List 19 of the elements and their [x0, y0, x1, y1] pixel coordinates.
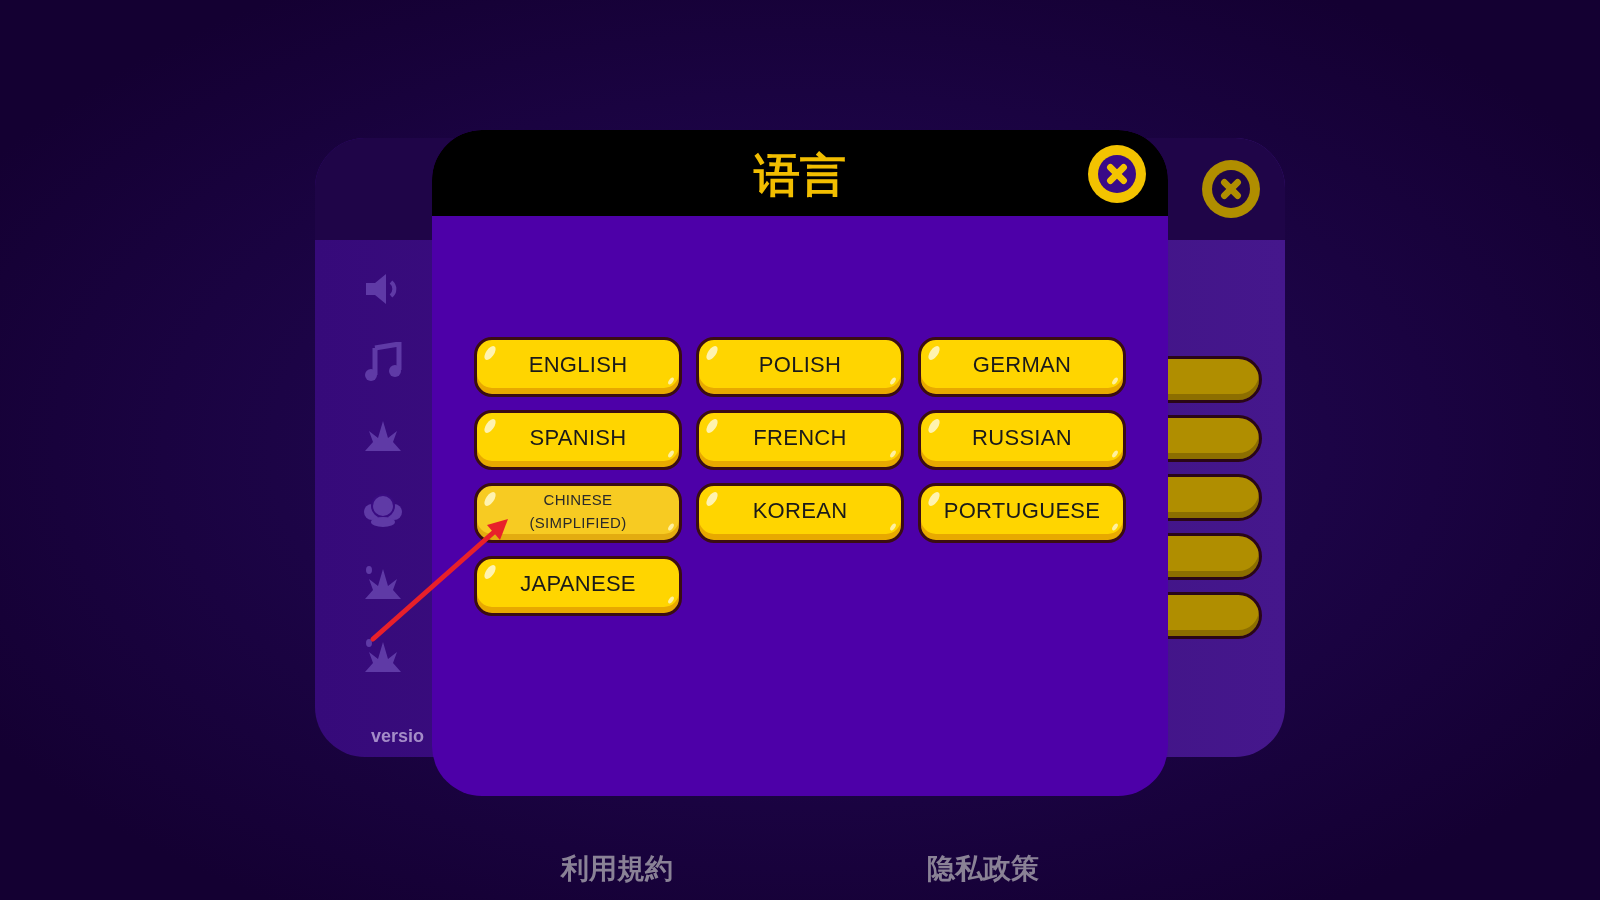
close-button[interactable] — [1088, 145, 1146, 203]
language-button[interactable]: SPANISH — [474, 410, 682, 470]
language-button[interactable]: RUSSIAN — [918, 410, 1126, 470]
close-icon — [1098, 155, 1136, 193]
language-button[interactable]: ENGLISH — [474, 337, 682, 397]
version-label: versio — [371, 726, 425, 747]
close-icon — [1212, 170, 1250, 208]
language-button[interactable]: FRENCH — [696, 410, 904, 470]
footer-link[interactable]: 利用規約 — [561, 852, 673, 886]
dialog-title: 语言 — [754, 147, 846, 203]
footer-link[interactable]: 隐私政策 — [927, 852, 1039, 886]
music-note-icon — [363, 342, 403, 382]
language-button[interactable]: KOREAN — [696, 483, 904, 543]
close-button[interactable] — [1202, 160, 1260, 218]
language-button[interactable]: PORTUGUESE — [918, 483, 1126, 543]
language-button[interactable]: GERMAN — [918, 337, 1126, 397]
language-button[interactable]: POLISH — [696, 337, 904, 397]
language-button[interactable]: JAPANESE — [474, 556, 682, 616]
language-button[interactable]: CHINESE (SIMPLIFIED) — [474, 483, 682, 543]
